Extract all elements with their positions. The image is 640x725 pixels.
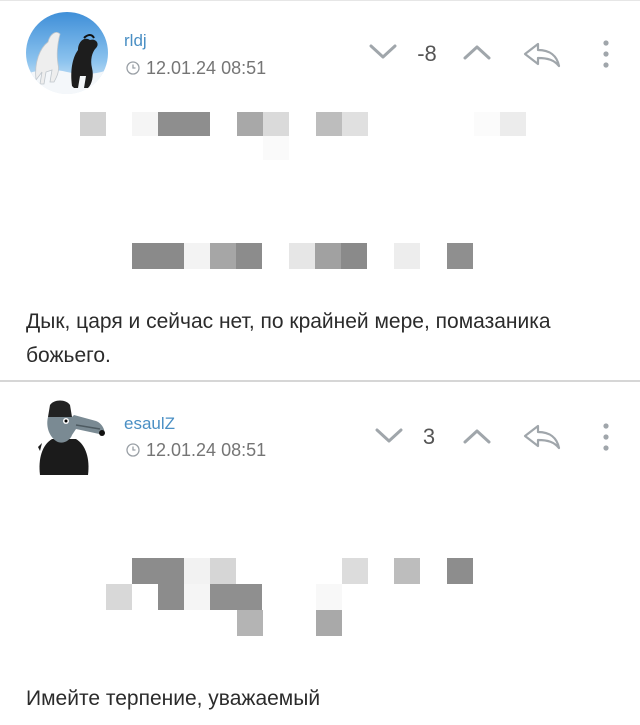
chevron-down-icon [369,44,397,59]
more-vertical-icon [603,40,609,68]
username[interactable]: esaulZ [124,414,175,434]
more-vertical-icon [603,423,609,451]
chevron-up-icon [463,45,491,60]
chevron-up-icon [463,429,491,444]
horses-avatar-icon [26,12,108,94]
wolf-avatar-icon [26,395,108,477]
top-border [0,0,640,1]
timestamp: 12.01.24 08:51 [126,440,266,461]
comment-text: Имейте терпение, уважаемый [26,687,321,710]
reply-arrow-icon [523,424,561,450]
more-menu-button[interactable] [600,38,612,75]
timestamp-text: 12.01.24 08:51 [146,440,267,460]
comment-divider [0,380,640,382]
downvote-button[interactable] [374,426,404,451]
more-menu-button[interactable] [600,421,612,458]
reply-button[interactable] [522,422,562,455]
timestamp: 12.01.24 08:51 [126,58,266,79]
clock-icon [126,61,140,75]
reply-button[interactable] [522,40,562,73]
timestamp-text: 12.01.24 08:51 [146,58,267,78]
upvote-button[interactable] [462,426,492,451]
rating-score: -8 [417,41,437,66]
rating-score: 3 [422,424,436,449]
chevron-down-icon [375,428,403,443]
comment-text: Дык, царя и сейчас нет, по крайней мере,… [26,310,551,367]
username[interactable]: rldj [124,31,147,51]
avatar[interactable] [26,395,108,477]
reply-arrow-icon [523,42,561,68]
clock-icon [126,443,140,457]
downvote-button[interactable] [368,42,398,67]
upvote-button[interactable] [462,42,492,67]
avatar[interactable] [26,12,108,94]
